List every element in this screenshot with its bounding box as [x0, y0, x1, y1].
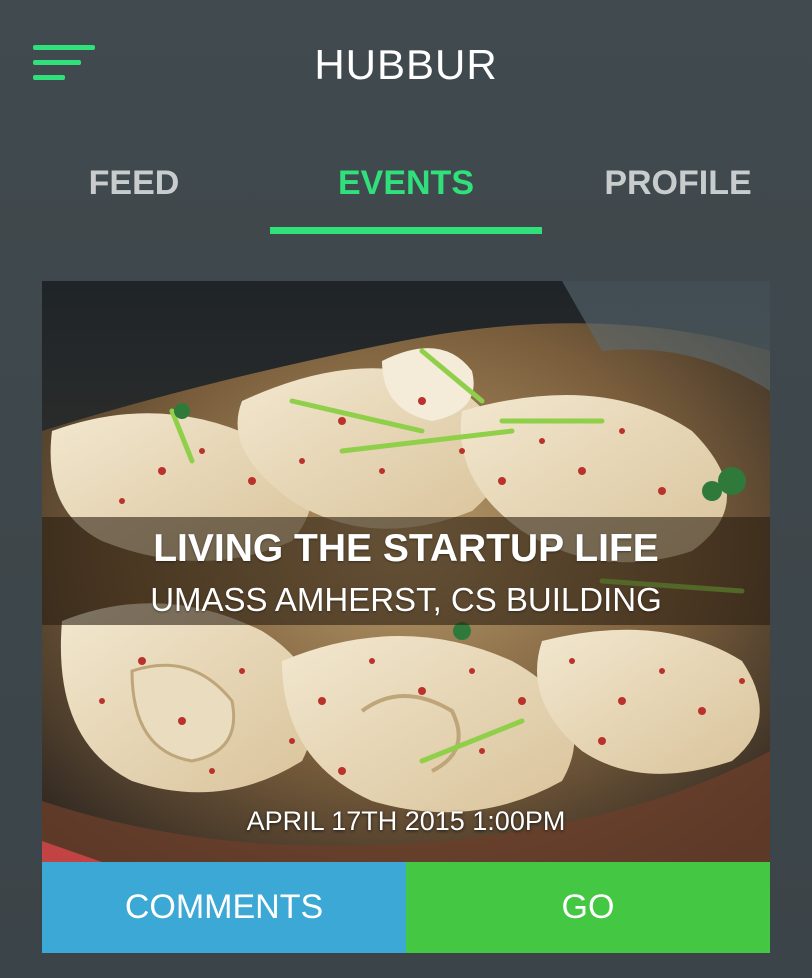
active-tab-indicator	[270, 227, 542, 234]
event-card[interactable]: LIVING THE STARTUP LIFE UMASS AMHERST, C…	[42, 281, 770, 953]
event-datetime: APRIL 17TH 2015 1:00PM	[246, 806, 566, 836]
app-title: HUBBUR	[314, 41, 498, 88]
event-title: LIVING THE STARTUP LIFE	[153, 527, 659, 570]
tab-feed[interactable]: FEED	[0, 150, 268, 240]
top-bar: HUBBUR	[0, 0, 812, 130]
go-button[interactable]: GO	[406, 862, 770, 953]
tab-profile[interactable]: PROFILE	[544, 150, 812, 240]
tab-events[interactable]: EVENTS	[270, 150, 542, 240]
tab-events-label: EVENTS	[337, 164, 475, 202]
event-location: UMASS AMHERST, CS BUILDING	[150, 581, 662, 618]
event-image: LIVING THE STARTUP LIFE UMASS AMHERST, C…	[42, 281, 770, 862]
tab-bar: FEED EVENTS PROFILE	[0, 150, 812, 240]
comments-button[interactable]: COMMENTS	[42, 862, 406, 953]
